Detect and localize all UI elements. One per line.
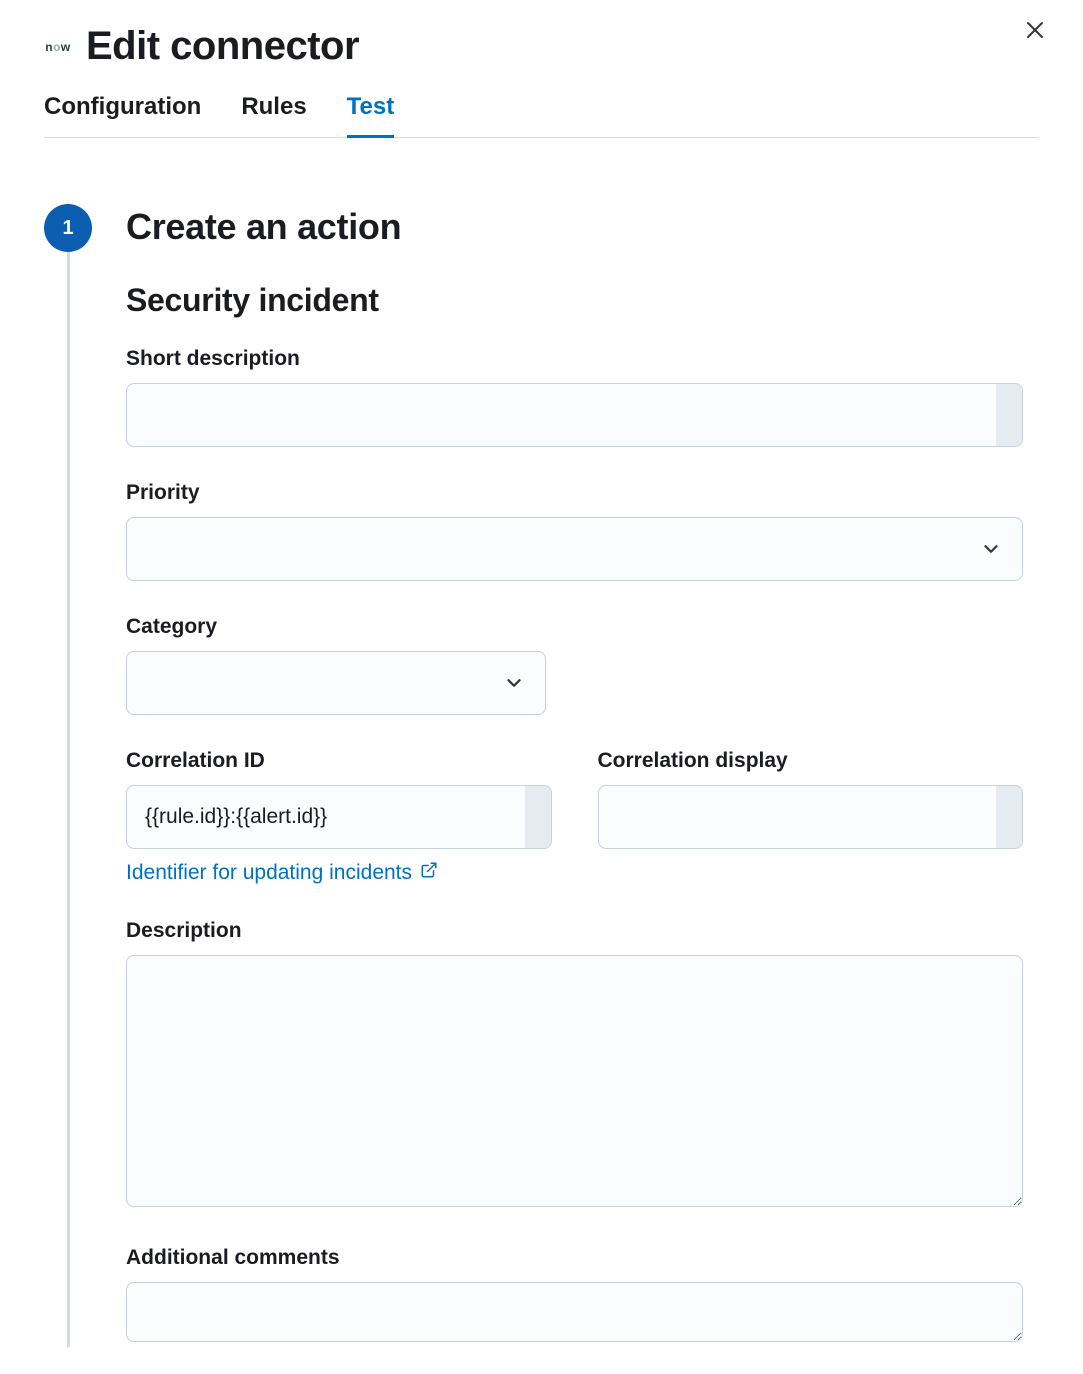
chevron-down-icon	[503, 672, 525, 694]
description-textarea[interactable]	[126, 955, 1023, 1207]
correlation-display-variable-button[interactable]	[996, 786, 1022, 848]
description-label: Description	[126, 919, 1023, 943]
field-category: Category	[126, 615, 1023, 715]
category-select[interactable]	[126, 651, 546, 715]
correlation-id-input-wrap	[126, 785, 552, 849]
tab-rules[interactable]: Rules	[241, 93, 306, 138]
category-label: Category	[126, 615, 1023, 639]
page-title: Edit connector	[86, 24, 359, 69]
field-priority: Priority	[126, 481, 1023, 581]
field-additional-comments: Additional comments	[126, 1246, 1023, 1347]
priority-label: Priority	[126, 481, 1023, 505]
short-description-input-wrap	[126, 383, 1023, 447]
short-description-input[interactable]	[127, 384, 996, 446]
correlation-display-label: Correlation display	[598, 749, 1024, 773]
correlation-id-help-link[interactable]: Identifier for updating incidents	[126, 861, 438, 885]
step-number-badge: 1	[44, 204, 92, 252]
tabs: Configuration Rules Test	[44, 93, 1039, 138]
correlation-id-label: Correlation ID	[126, 749, 552, 773]
correlation-display-input-wrap	[598, 785, 1024, 849]
additional-comments-textarea[interactable]	[126, 1282, 1023, 1342]
tab-test[interactable]: Test	[347, 93, 395, 138]
field-description: Description	[126, 919, 1023, 1212]
chevron-down-icon	[980, 538, 1002, 560]
external-link-icon	[420, 861, 438, 885]
step-connector-line	[67, 252, 70, 1347]
field-correlation-row: Correlation ID Identifier for updating i…	[126, 749, 1023, 885]
correlation-id-input[interactable]	[127, 786, 525, 848]
step-heading: Create an action	[126, 206, 1023, 248]
step-1: 1 Create an action Security incident Sho…	[44, 204, 1023, 1347]
correlation-display-input[interactable]	[599, 786, 997, 848]
close-button[interactable]	[1023, 18, 1047, 42]
section-heading: Security incident	[126, 282, 1023, 319]
flyout-body[interactable]: 1 Create an action Security incident Sho…	[0, 174, 1083, 1374]
short-description-variable-button[interactable]	[996, 384, 1022, 446]
additional-comments-label: Additional comments	[126, 1246, 1023, 1270]
servicenow-logo-icon: now	[44, 33, 72, 61]
step-rail: 1	[44, 204, 92, 1347]
flyout-header: now Edit connector Configuration Rules T…	[0, 0, 1083, 138]
correlation-id-help-text: Identifier for updating incidents	[126, 861, 412, 885]
priority-select[interactable]	[126, 517, 1023, 581]
edit-connector-flyout: now Edit connector Configuration Rules T…	[0, 0, 1083, 1374]
correlation-id-variable-button[interactable]	[525, 786, 551, 848]
close-icon	[1023, 29, 1047, 46]
tab-configuration[interactable]: Configuration	[44, 93, 201, 138]
short-description-label: Short description	[126, 347, 1023, 371]
field-short-description: Short description	[126, 347, 1023, 447]
